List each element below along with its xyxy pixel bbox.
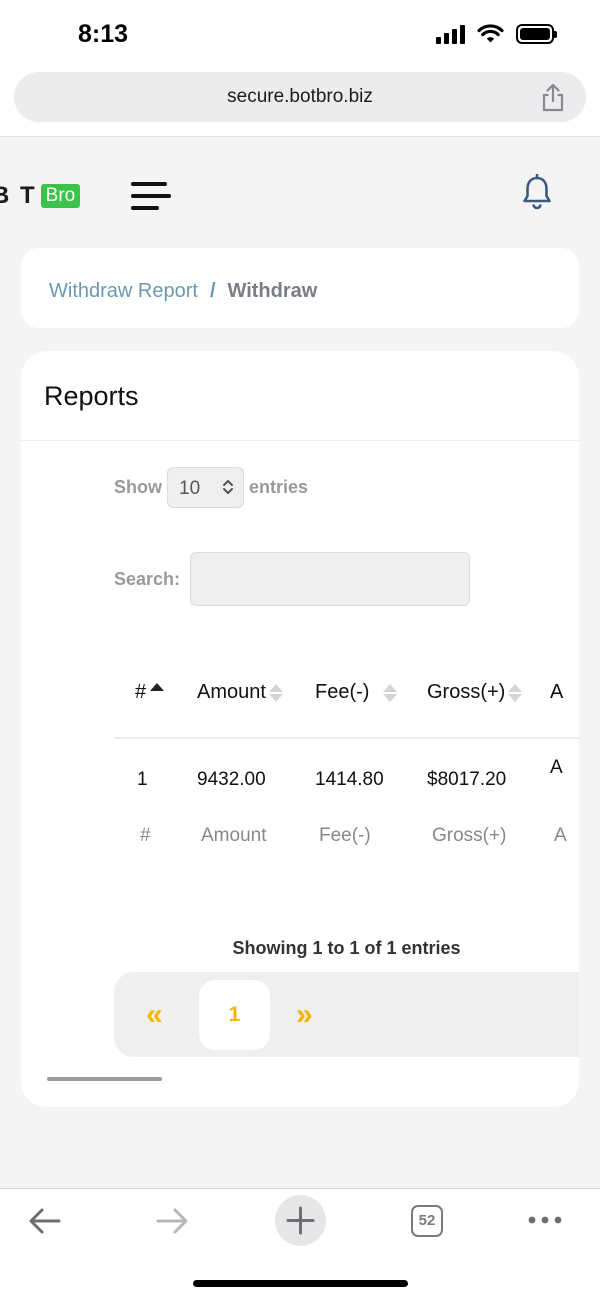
entries-length-control: Show 10 entries <box>114 467 308 508</box>
sort-icon <box>383 683 398 702</box>
menu-toggle-icon[interactable] <box>131 182 171 214</box>
footer-fee: Fee(-) <box>319 825 371 846</box>
footer-index: # <box>140 825 151 846</box>
notification-bell-icon[interactable] <box>520 174 554 210</box>
logo-text: B T <box>0 182 37 209</box>
entries-label: entries <box>249 477 309 497</box>
divider <box>21 440 579 441</box>
botbro-logo[interactable]: B T Bro <box>0 182 81 210</box>
cell-amount: 9432.00 <box>197 769 266 790</box>
table-info: Showing 1 to 1 of 1 entries <box>232 938 461 958</box>
reports-card: Reports Show 10 entries Search: # Amount <box>21 351 579 1107</box>
table-footer-row: # Amount Fee(-) Gross(+) A <box>114 825 579 875</box>
logo-badge: Bro <box>40 184 81 208</box>
column-header-gross[interactable]: Gross(+) <box>427 681 523 704</box>
status-bar: 8:13 <box>0 0 600 64</box>
entries-select-value: 10 <box>179 478 201 499</box>
previous-page-icon[interactable]: « <box>146 998 163 1032</box>
share-icon[interactable] <box>540 83 566 112</box>
footer-amount: Amount <box>201 825 267 846</box>
page-title: Reports <box>44 381 139 411</box>
url-text[interactable]: secure.botbro.biz <box>14 86 586 108</box>
sort-icon <box>268 683 283 702</box>
breadcrumb-card: Withdraw Report / Withdraw <box>21 248 579 328</box>
browser-url-area: secure.botbro.biz <box>0 64 600 137</box>
footer-partial: A <box>554 825 567 846</box>
column-header-amount[interactable]: Amount <box>197 681 283 704</box>
column-header-fee[interactable]: Fee(-) <box>315 681 398 704</box>
search-input[interactable] <box>190 552 471 606</box>
browser-toolbar: 52 <box>0 1188 600 1298</box>
forward-arrow-icon[interactable] <box>154 1205 190 1237</box>
page-button-current[interactable]: 1 <box>199 980 270 1050</box>
address-bar[interactable]: secure.botbro.biz <box>14 72 586 122</box>
breadcrumb-link-withdraw-report[interactable]: Withdraw Report <box>49 280 198 303</box>
table-row: 1 9432.00 1414.80 $8017.20 A <box>114 739 579 825</box>
new-tab-button[interactable] <box>275 1195 326 1246</box>
cell-gross: $8017.20 <box>427 769 507 790</box>
table-header-row: # Amount Fee(-) Gross(+) A <box>114 667 579 739</box>
sort-asc-icon <box>150 682 165 691</box>
plus-icon <box>286 1206 315 1235</box>
column-header-index[interactable]: # <box>135 681 165 704</box>
breadcrumb-current: Withdraw <box>227 280 318 302</box>
wifi-icon <box>477 24 504 43</box>
status-time: 8:13 <box>78 20 129 48</box>
breadcrumb: Withdraw Report / Withdraw <box>49 280 317 303</box>
chevron-updown-icon <box>223 480 233 494</box>
tabs-count-button[interactable]: 52 <box>411 1205 443 1237</box>
cellular-signal-icon <box>436 24 465 44</box>
pagination: « 1 » <box>114 972 579 1057</box>
column-header-partial[interactable]: A <box>550 681 563 704</box>
next-page-icon[interactable]: » <box>296 998 313 1032</box>
show-label: Show <box>114 477 162 497</box>
reports-table: # Amount Fee(-) Gross(+) A 1 9432.00 141 <box>114 667 579 875</box>
more-options-icon[interactable] <box>527 1215 563 1225</box>
cell-index: 1 <box>137 769 148 790</box>
status-icons <box>436 24 557 44</box>
sort-icon <box>508 683 523 702</box>
breadcrumb-separator: / <box>209 280 216 302</box>
battery-icon <box>516 24 557 44</box>
cell-partial: A <box>550 757 563 778</box>
app-header: B T Bro <box>0 138 600 248</box>
entries-select[interactable]: 10 <box>167 467 244 508</box>
footer-gross: Gross(+) <box>432 825 507 846</box>
horizontal-scrollbar[interactable] <box>47 1077 162 1081</box>
back-arrow-icon[interactable] <box>27 1205 63 1237</box>
home-indicator <box>193 1280 408 1287</box>
search-label: Search: <box>114 568 181 589</box>
cell-fee: 1414.80 <box>315 769 384 790</box>
search-control: Search: <box>114 552 471 606</box>
